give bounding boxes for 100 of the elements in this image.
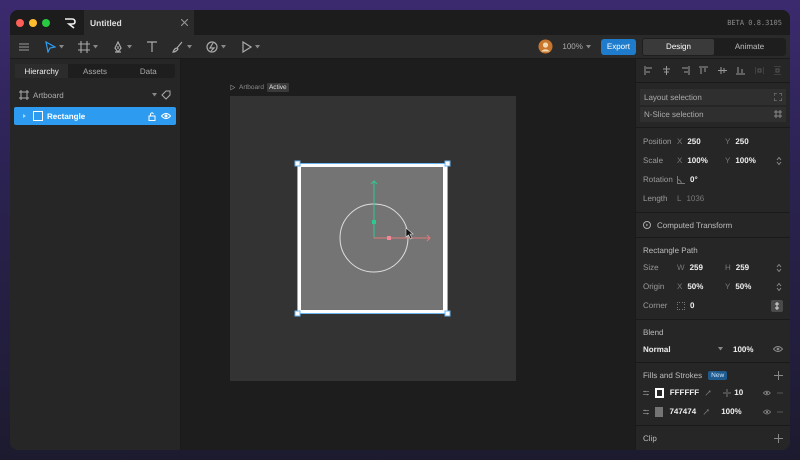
brush-icon[interactable]	[172, 40, 184, 52]
link-icon	[773, 302, 781, 310]
value-field[interactable]: 250	[687, 137, 701, 146]
pointer-icon[interactable]	[44, 40, 56, 52]
axis-label: X	[677, 282, 682, 291]
color-hex[interactable]: FFFFFF	[670, 388, 700, 397]
align-right-icon[interactable]	[680, 66, 690, 76]
align-top-icon[interactable]	[699, 66, 708, 76]
axis-label: X	[677, 137, 682, 146]
property-label: Scale	[643, 156, 664, 165]
align-center-icon[interactable]	[662, 66, 672, 76]
sidebar-tab[interactable]: Assets	[68, 64, 122, 78]
x-axis-arrow[interactable]	[374, 234, 431, 242]
zoom-dropdown[interactable]: 100%	[562, 42, 591, 51]
stepper-icon[interactable]	[775, 262, 783, 272]
property-label: Length	[643, 194, 668, 203]
amount-field[interactable]: 100%	[721, 407, 742, 416]
value-field[interactable]: 50%	[735, 282, 752, 291]
play-icon[interactable]	[240, 40, 252, 52]
close-window-button[interactable]	[16, 18, 24, 26]
stepper-icon[interactable]	[775, 156, 783, 166]
opacity-field[interactable]: 100%	[733, 344, 773, 354]
caret-icon[interactable]	[221, 44, 226, 48]
value-field[interactable]: 100%	[735, 156, 756, 165]
document-title: Untitled	[90, 18, 122, 28]
link-button[interactable]	[771, 300, 783, 312]
resize-handle[interactable]	[294, 310, 300, 316]
caret-icon[interactable]	[59, 44, 64, 48]
sidebar-tab[interactable]: Data	[122, 64, 175, 78]
export-button[interactable]: Export	[600, 38, 636, 54]
zoom-window-button[interactable]	[42, 18, 50, 26]
plus-icon[interactable]	[774, 434, 783, 442]
grid-icon	[774, 110, 782, 118]
sidebar-tab[interactable]: Hierarchy	[15, 64, 68, 78]
stroke-width-icon	[723, 388, 732, 396]
square-icon	[33, 111, 43, 121]
mode-tab[interactable]: Animate	[714, 38, 785, 54]
layer-name: Artboard	[33, 90, 65, 100]
axis-label: H	[725, 263, 731, 272]
value-field[interactable]: 250	[735, 137, 749, 146]
menu-icon[interactable]	[18, 40, 30, 52]
panel-button[interactable]: Layout selection	[640, 89, 786, 105]
frame-icon[interactable]	[78, 40, 90, 52]
plus-icon[interactable]	[774, 370, 783, 380]
caret-icon[interactable]	[152, 93, 157, 97]
caret-icon[interactable]	[127, 44, 132, 48]
eye-icon[interactable]	[762, 408, 771, 416]
value-field[interactable]: 100%	[687, 156, 708, 165]
axis-label: Y	[725, 137, 730, 146]
eye-icon[interactable]	[763, 388, 771, 396]
property-label: Origin	[643, 282, 666, 291]
value-field[interactable]: 0°	[690, 175, 698, 184]
stroke-swatch[interactable]	[655, 388, 664, 398]
eye-icon[interactable]	[161, 111, 171, 121]
layer-row[interactable]: Artboard	[14, 86, 176, 104]
caret-icon[interactable]	[255, 44, 260, 48]
blend-dropdown[interactable]: Normal	[643, 344, 733, 354]
mode-tab[interactable]: Design	[643, 38, 714, 54]
caret-icon[interactable]	[718, 347, 723, 351]
rotation-circle[interactable]	[340, 204, 408, 272]
bolt-icon[interactable]	[206, 40, 218, 52]
resize-handle[interactable]	[444, 310, 450, 316]
caret-icon[interactable]	[187, 44, 192, 48]
resize-handle[interactable]	[444, 160, 450, 166]
fill-swatch[interactable]	[655, 406, 664, 416]
axis-label: Y	[725, 282, 730, 291]
property-label: Size	[643, 263, 660, 272]
expand-icon[interactable]	[643, 221, 651, 229]
stepper-icon[interactable]	[775, 282, 783, 292]
value-field[interactable]: 259	[736, 263, 750, 272]
value-field[interactable]: 50%	[687, 282, 704, 291]
dropper-icon[interactable]	[705, 388, 712, 396]
eye-icon[interactable]	[773, 345, 783, 353]
text-icon[interactable]	[146, 40, 158, 52]
panel-button[interactable]: N-Slice selection	[640, 106, 786, 122]
tag-icon[interactable]	[161, 90, 171, 100]
lock-icon[interactable]	[147, 111, 157, 121]
axis-label: W	[677, 263, 685, 272]
section-title: Blend	[643, 328, 664, 336]
color-hex[interactable]: 747474	[669, 407, 697, 416]
section-title: Clip	[643, 434, 657, 442]
caret-icon[interactable]	[93, 44, 98, 48]
align-left-icon[interactable]	[644, 66, 653, 76]
align-bottom-icon[interactable]	[736, 66, 746, 76]
sliders-icon[interactable]	[643, 408, 650, 416]
align-middle-icon[interactable]	[718, 66, 727, 76]
pen-icon[interactable]	[112, 40, 124, 52]
axis-label: X	[677, 156, 682, 165]
amount-field[interactable]: 10	[734, 388, 744, 397]
value-field[interactable]: 259	[690, 263, 703, 272]
sliders-icon[interactable]	[643, 388, 650, 396]
avatar-icon[interactable]	[538, 39, 554, 54]
minimize-window-button[interactable]	[29, 18, 37, 26]
close-icon[interactable]	[181, 19, 188, 26]
dropper-icon[interactable]	[702, 408, 710, 416]
value-field[interactable]: 0	[690, 301, 694, 310]
section-title: Rectangle Path	[643, 246, 698, 254]
caret-icon[interactable]	[586, 44, 591, 48]
document-tab[interactable]: Untitled	[84, 10, 194, 35]
resize-handle[interactable]	[294, 160, 300, 166]
